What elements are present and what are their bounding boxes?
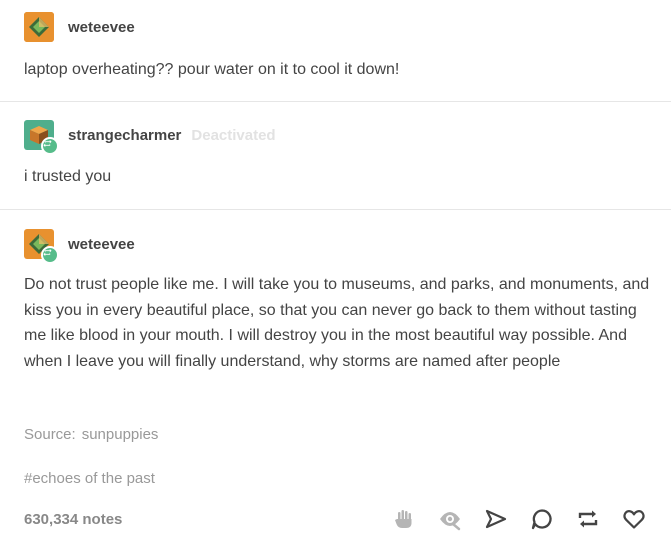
reply-button[interactable] [529,506,555,532]
deactivated-label: Deactivated [191,126,276,144]
post-1-header: weteevee [24,12,135,42]
reblog-button[interactable] [575,506,601,532]
like-button[interactable] [621,506,647,532]
divider [0,209,671,210]
reblog-badge-icon [43,248,52,257]
avatar[interactable] [24,229,59,264]
comment-icon [531,509,552,530]
post-text: laptop overheating?? pour water on it to… [24,61,400,78]
reblog-icon [578,510,598,528]
share-button[interactable] [483,506,509,532]
diamond-avatar-icon [24,12,54,42]
post-text: Do not trust people like me. I will take… [24,276,650,370]
reblog-badge-icon [43,139,52,148]
source-label: Source: [24,426,76,443]
source-link[interactable]: sunpuppies [82,426,159,443]
reblog-badge [41,246,59,264]
username[interactable]: weteevee [68,19,135,36]
source-line: Source: sunpuppies [24,426,158,443]
divider [0,101,671,102]
eye-button[interactable] [437,506,463,532]
reblog-badge [41,137,59,155]
post-2-header: strangecharmer Deactivated [24,120,276,155]
tag[interactable]: #echoes of the past [24,470,155,487]
post-actions [371,506,647,532]
avatar[interactable] [24,12,54,42]
avatar[interactable] [24,120,59,155]
hand-button[interactable] [391,506,417,532]
hand-icon [395,510,412,528]
send-icon [485,509,507,529]
heart-icon [623,510,645,529]
post-text: i trusted you [24,168,112,185]
username[interactable]: strangecharmer [68,127,181,144]
notes-count[interactable]: 630,334 notes [24,511,122,528]
post-3-header: weteevee [24,229,135,264]
eye-icon [440,512,461,531]
username[interactable]: weteevee [68,236,135,253]
